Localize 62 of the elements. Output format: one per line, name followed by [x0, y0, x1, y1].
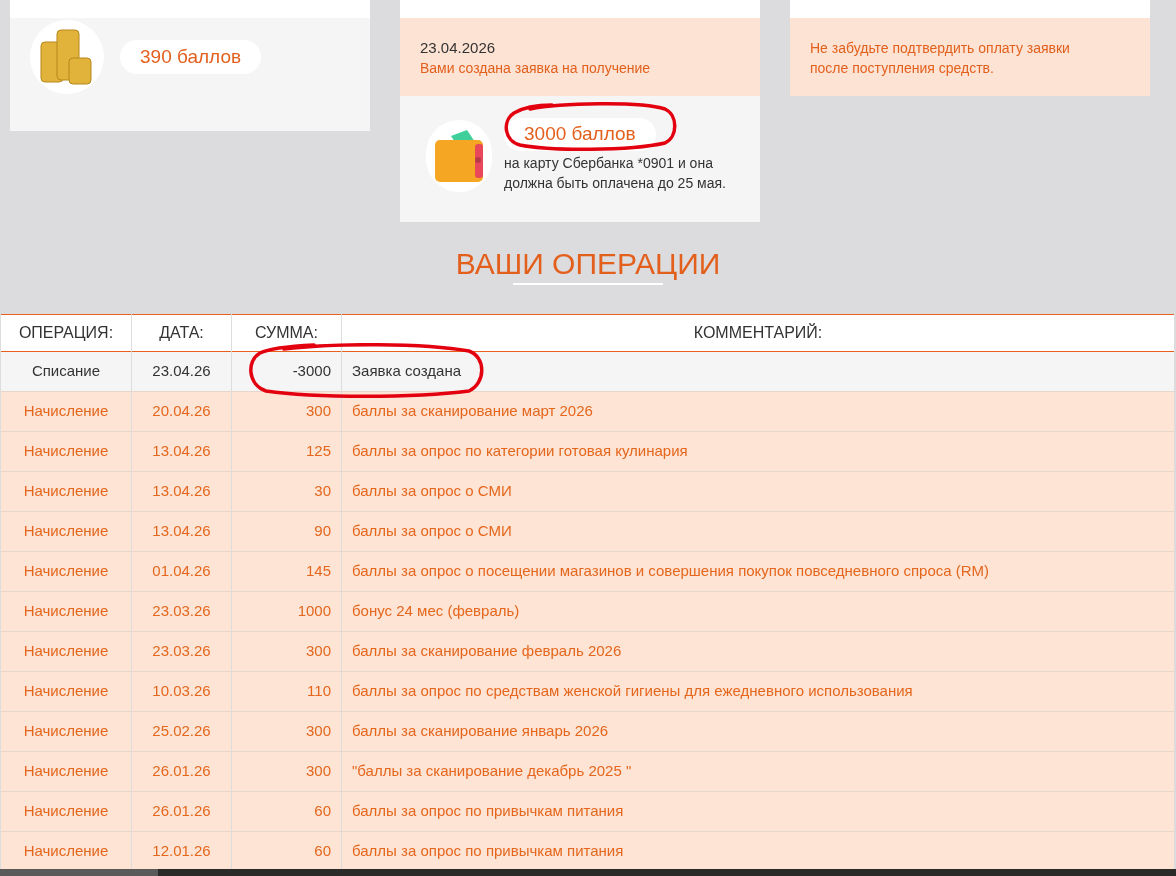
table-cell: 20.04.26 [131, 391, 232, 432]
column-header: КОММЕНТАРИЙ: [341, 314, 1174, 352]
table-cell: баллы за сканирование март 2026 [341, 391, 1174, 432]
table-cell: Начисление [0, 551, 132, 592]
table-cell: 90 [231, 511, 342, 552]
table-cell: 01.04.26 [131, 551, 232, 592]
scrollbar-thumb[interactable] [0, 869, 158, 876]
table-cell: баллы за сканирование февраль 2026 [341, 631, 1174, 672]
table-cell: 13.04.26 [131, 431, 232, 472]
table-cell: 125 [231, 431, 342, 472]
table-cell: 25.02.26 [131, 711, 232, 752]
table-cell: Начисление [0, 471, 132, 512]
table-cell: 60 [231, 791, 342, 832]
section-title: ВАШИ ОПЕРАЦИИ [455, 246, 721, 282]
table-cell: 23.03.26 [131, 591, 232, 632]
table-cell: -3000 [231, 351, 342, 392]
table-cell: Начисление [0, 791, 132, 832]
table-cell: бонус 24 мес (февраль) [341, 591, 1174, 632]
table-cell: 145 [231, 551, 342, 592]
table-cell: "баллы за сканирование декабрь 2025 " [341, 751, 1174, 792]
table-cell: баллы за опрос по привычкам питания [341, 791, 1174, 832]
table-cell: баллы за опрос по категории готовая кулинария [341, 431, 1174, 472]
table-cell: баллы за опрос по средствам женской гигиены для ежедневного использования [341, 671, 1174, 712]
table-cell: баллы за опрос о посещении магазинов и совершения покупок повседневного спроса (RM) [341, 551, 1174, 592]
table-cell: Начисление [0, 671, 132, 712]
table-cell: баллы за опрос о СМИ [341, 511, 1174, 552]
table-cell: 110 [231, 671, 342, 712]
request-notice: Вами создана заявка на получение [420, 59, 652, 78]
column-header: ДАТА: [131, 314, 232, 352]
table-cell: Заявка создана [341, 351, 1174, 392]
confirm-notice: Не забудьте подтвердить оплату заявки после поступления средств. [809, 39, 1071, 78]
column-header: ОПЕРАЦИЯ: [0, 314, 132, 352]
request-date: 23.04.2026 [420, 38, 497, 58]
wallet-icon [433, 128, 485, 184]
table-cell: 26.01.26 [131, 791, 232, 832]
table-cell: Начисление [0, 511, 132, 552]
table-cell: 1000 [231, 591, 342, 632]
table-cell: Начисление [0, 391, 132, 432]
table-cell: 300 [231, 391, 342, 432]
table-cell: баллы за опрос о СМИ [341, 471, 1174, 512]
table-cell: Начисление [0, 591, 132, 632]
table-cell: 13.04.26 [131, 511, 232, 552]
table-cell: Начисление [0, 711, 132, 752]
table-cell: Списание [0, 351, 132, 392]
table-cell: Начисление [0, 431, 132, 472]
table-cell: Начисление [0, 631, 132, 672]
table-cell: Начисление [0, 751, 132, 792]
points-amount: 3000 баллов [504, 118, 656, 151]
coin-stack-icon [39, 28, 95, 86]
table-cell: 10.03.26 [131, 671, 232, 712]
payment-details: на карту Сбербанка *0901 и она должна быть оплачена до 25 мая. [504, 153, 727, 193]
column-header: СУММА: [231, 314, 342, 352]
points-amount: 390 баллов [120, 39, 262, 75]
table-cell: 26.01.26 [131, 751, 232, 792]
table-cell: 30 [231, 471, 342, 512]
table-cell: 300 [231, 751, 342, 792]
table-cell: 13.04.26 [131, 471, 232, 512]
table-cell: 300 [231, 631, 342, 672]
table-cell: 23.04.26 [131, 351, 232, 392]
table-cell: 23.03.26 [131, 631, 232, 672]
table-cell: баллы за сканирование январь 2026 [341, 711, 1174, 752]
table-cell: 300 [231, 711, 342, 752]
